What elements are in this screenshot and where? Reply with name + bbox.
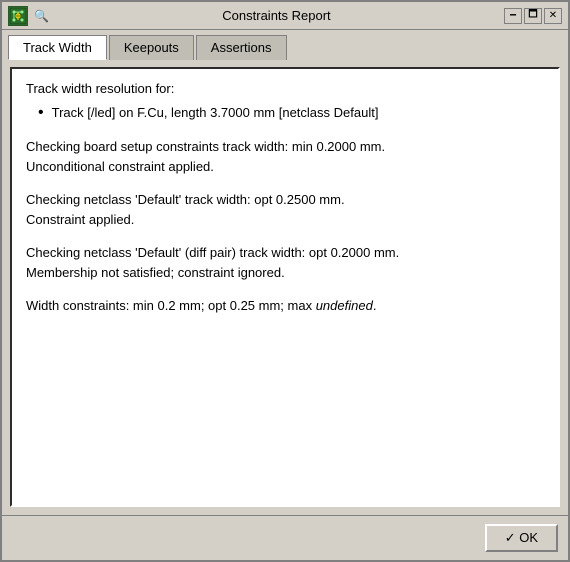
maximize-button[interactable]: 🗖 (524, 8, 542, 24)
magnify-icon: 🔍 (34, 9, 49, 23)
section1-line2: Unconditional constraint applied. (26, 157, 544, 177)
report-header-section: Track width resolution for: • Track [/le… (26, 79, 544, 123)
section3-line2: Membership not satisfied; constraint ign… (26, 263, 544, 283)
report-header: Track width resolution for: (26, 79, 544, 99)
section1-line1: Checking board setup constraints track w… (26, 137, 544, 157)
tab-keepouts[interactable]: Keepouts (109, 35, 194, 60)
title-bar-left: 🔍 (8, 6, 49, 26)
footer: ✓ OK (2, 515, 568, 560)
summary-suffix: . (373, 298, 377, 313)
title-bar: 🔍 Constraints Report 🗕 🗖 ✕ (2, 2, 568, 30)
bullet-symbol: • (38, 103, 44, 124)
report-section-3: Checking netclass 'Default' (diff pair) … (26, 243, 544, 282)
report-summary: Width constraints: min 0.2 mm; opt 0.25 … (26, 296, 544, 316)
section2-line2: Constraint applied. (26, 210, 544, 230)
summary-italic: undefined (316, 298, 373, 313)
report-box: Track width resolution for: • Track [/le… (10, 67, 560, 507)
summary-text: Width constraints: min 0.2 mm; opt 0.25 … (26, 296, 544, 316)
report-section-2: Checking netclass 'Default' track width:… (26, 190, 544, 229)
minimize-button[interactable]: 🗕 (504, 8, 522, 24)
tab-track-width[interactable]: Track Width (8, 35, 107, 60)
section2-line1: Checking netclass 'Default' track width:… (26, 190, 544, 210)
app-icon (8, 6, 28, 26)
title-bar-controls: 🗕 🗖 ✕ (504, 8, 562, 24)
content-area: Track width resolution for: • Track [/le… (2, 59, 568, 515)
summary-prefix: Width constraints: min 0.2 mm; opt 0.25 … (26, 298, 316, 313)
section3-line1: Checking netclass 'Default' (diff pair) … (26, 243, 544, 263)
ok-button[interactable]: ✓ OK (485, 524, 558, 552)
bullet-text: Track [/led] on F.Cu, length 3.7000 mm [… (52, 103, 379, 123)
bullet-item: • Track [/led] on F.Cu, length 3.7000 mm… (38, 103, 544, 124)
close-button[interactable]: ✕ (544, 8, 562, 24)
main-window: 🔍 Constraints Report 🗕 🗖 ✕ Track Width K… (0, 0, 570, 562)
report-section-1: Checking board setup constraints track w… (26, 137, 544, 176)
title-bar-center: Constraints Report (49, 8, 504, 23)
window-title: Constraints Report (222, 8, 330, 23)
tab-assertions[interactable]: Assertions (196, 35, 287, 60)
tabs-bar: Track Width Keepouts Assertions (2, 30, 568, 59)
